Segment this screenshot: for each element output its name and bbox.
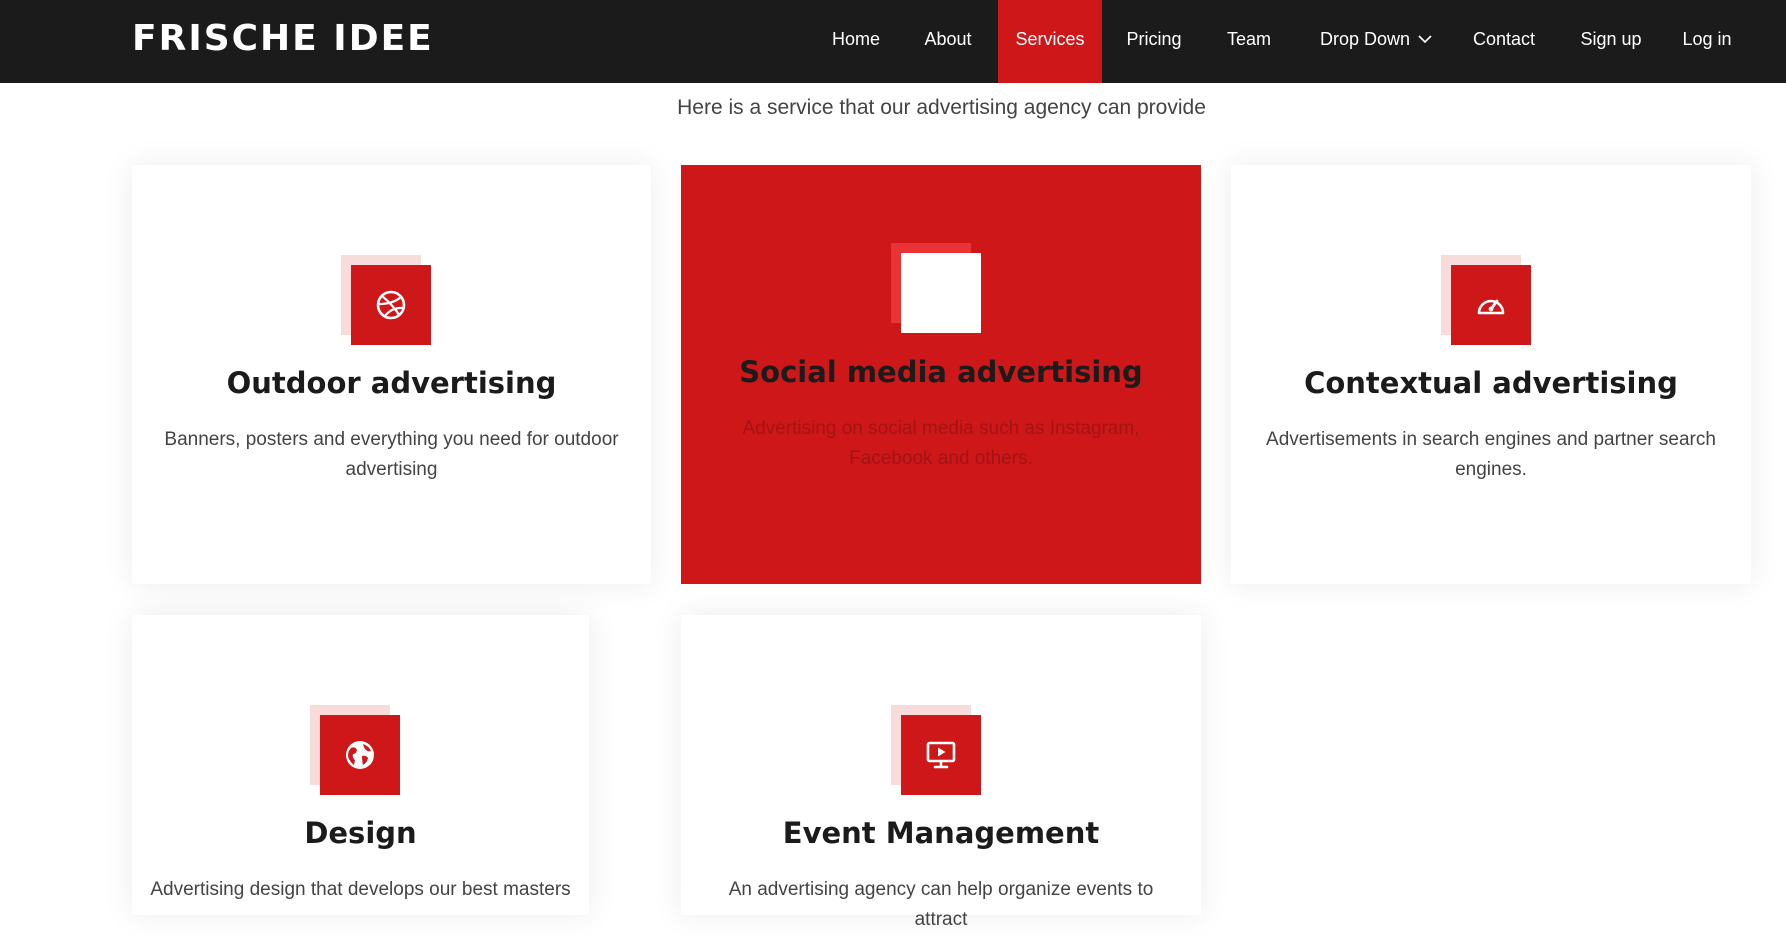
speedometer-icon bbox=[1451, 265, 1531, 345]
nav-home[interactable]: Home bbox=[810, 0, 902, 83]
nav-dropdown[interactable]: Drop Down bbox=[1306, 0, 1446, 83]
nav-signup[interactable]: Sign up bbox=[1569, 0, 1653, 83]
nav-contact[interactable]: Contact bbox=[1464, 0, 1544, 83]
nav-login[interactable]: Log in bbox=[1676, 0, 1738, 83]
globe-icon bbox=[320, 715, 400, 795]
service-title: Design bbox=[304, 816, 417, 850]
nav-services[interactable]: Services bbox=[998, 0, 1102, 83]
service-icon-frame bbox=[1441, 255, 1531, 345]
section-subtitle: Here is a service that our advertising a… bbox=[677, 96, 1206, 119]
service-description: An advertising agency can help organize … bbox=[728, 879, 1154, 930]
social-icon bbox=[901, 253, 981, 333]
service-card-contextual[interactable]: Contextual advertising Advertisements in… bbox=[1231, 165, 1751, 584]
service-description: Advertisements in search engines and par… bbox=[1266, 429, 1716, 480]
service-description: Banners, posters and everything you need… bbox=[164, 429, 619, 480]
service-title: Outdoor advertising bbox=[226, 366, 557, 400]
chevron-down-icon bbox=[1418, 0, 1432, 78]
navbar: FRISCHE IDEE Home About Services Pricing… bbox=[0, 0, 1786, 83]
service-title: Event Management bbox=[782, 816, 1100, 850]
service-description: Advertising design that develops our bes… bbox=[150, 879, 571, 900]
dribbble-icon bbox=[351, 265, 431, 345]
service-card-design[interactable]: Design Advertising design that develops … bbox=[132, 615, 589, 915]
brand-logo[interactable]: FRISCHE IDEE bbox=[132, 14, 434, 64]
nav-dropdown-label: Drop Down bbox=[1319, 29, 1411, 49]
service-icon-frame bbox=[891, 705, 981, 795]
nav-pricing[interactable]: Pricing bbox=[1112, 0, 1196, 83]
service-icon-frame bbox=[341, 255, 431, 345]
service-card-outdoor[interactable]: Outdoor advertising Banners, posters and… bbox=[132, 165, 651, 584]
nav-team[interactable]: Team bbox=[1204, 0, 1294, 83]
presentation-icon bbox=[901, 715, 981, 795]
service-title: Social media advertising bbox=[739, 355, 1143, 389]
nav-about[interactable]: About bbox=[905, 0, 991, 83]
service-description: Advertising on social media such as Inst… bbox=[742, 418, 1140, 469]
service-card-event[interactable]: Event Management An advertising agency c… bbox=[681, 615, 1201, 930]
service-card-social[interactable]: Social media advertising Advertising on … bbox=[681, 165, 1201, 584]
service-title: Contextual advertising bbox=[1304, 366, 1678, 400]
service-icon-frame bbox=[891, 243, 981, 333]
service-icon-frame bbox=[310, 705, 400, 795]
